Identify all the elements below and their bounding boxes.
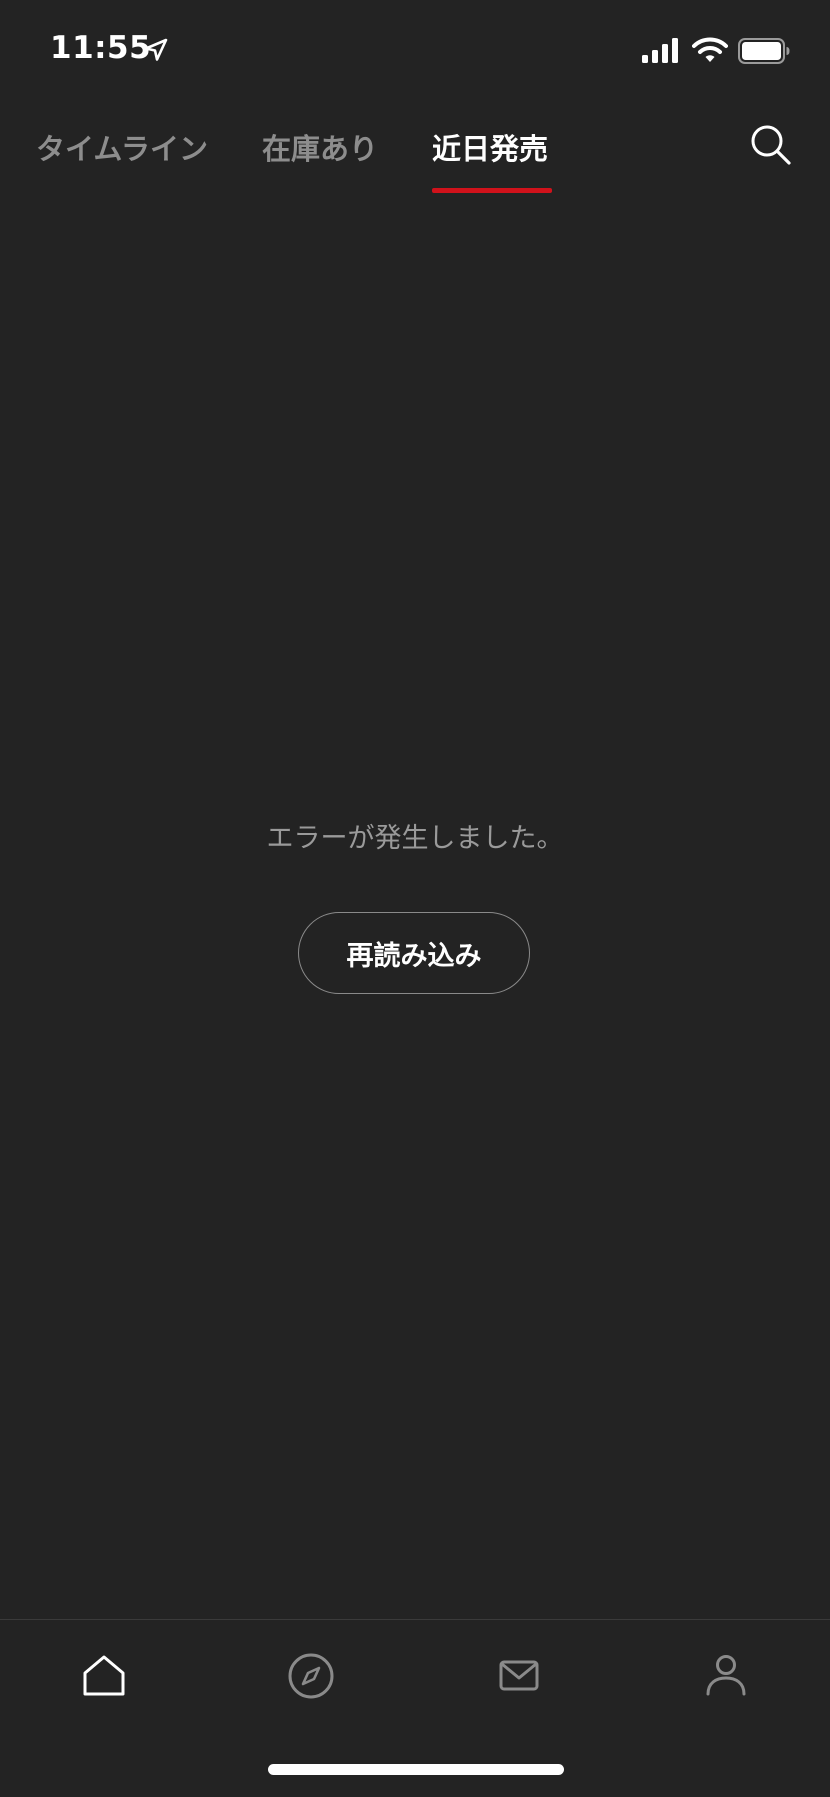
home-indicator: [268, 1764, 564, 1775]
error-message: エラーが発生しました。: [266, 823, 564, 854]
status-time: 11:55: [50, 30, 152, 66]
active-tab-indicator: [432, 188, 552, 193]
search-icon[interactable]: [748, 122, 794, 168]
top-tab-bar: タイムライン 在庫あり 近日発売: [0, 100, 830, 200]
wifi-icon: [692, 37, 728, 62]
tab-in-stock[interactable]: 在庫あり: [262, 126, 378, 168]
location-arrow-icon: [144, 38, 168, 61]
mail-icon[interactable]: [491, 1648, 547, 1704]
tab-timeline[interactable]: タイムライン: [36, 126, 208, 168]
tab-upcoming[interactable]: 近日発売: [432, 126, 548, 168]
battery-icon: [738, 38, 790, 64]
person-icon[interactable]: [698, 1648, 754, 1704]
status-bar: 11:55: [0, 0, 830, 100]
compass-icon[interactable]: [283, 1648, 339, 1704]
home-icon[interactable]: [76, 1648, 132, 1704]
cellular-signal-icon: [642, 38, 678, 63]
reload-button[interactable]: 再読み込み: [298, 912, 530, 994]
